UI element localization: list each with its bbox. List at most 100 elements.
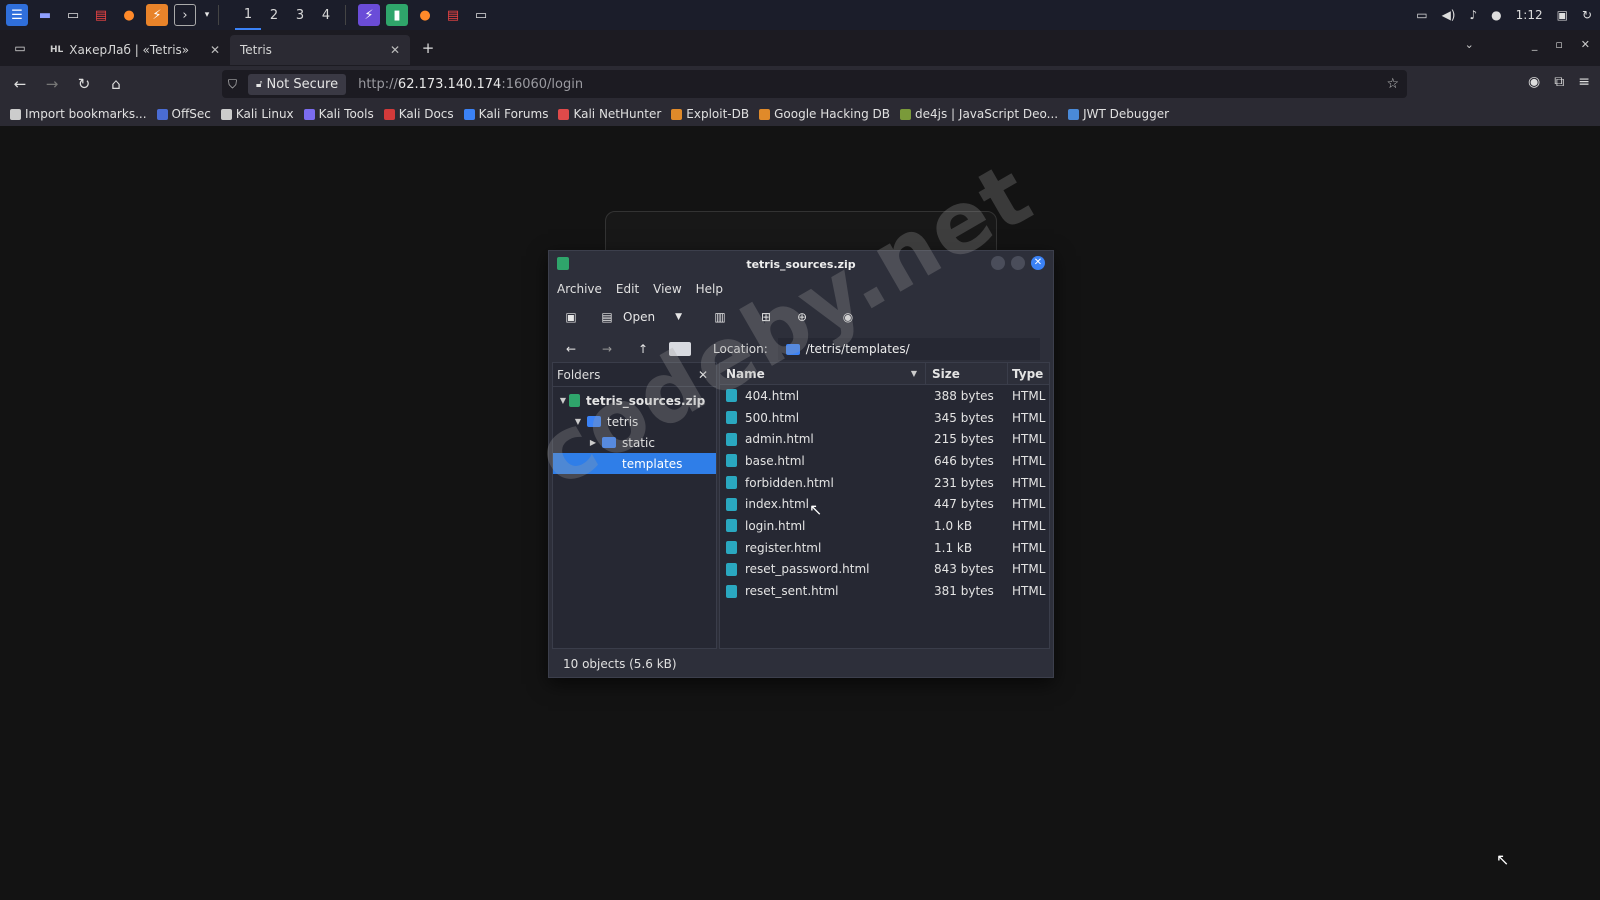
forward-icon[interactable]: → — [597, 339, 617, 359]
file-row[interactable]: reset_sent.html 381 bytes HTML — [720, 580, 1049, 602]
bookmark-item[interactable]: Kali NetHunter — [558, 107, 661, 121]
expander-open-icon[interactable]: ▼ — [572, 417, 584, 426]
home-icon[interactable]: ⌂ — [102, 70, 130, 98]
editor-task-icon[interactable]: ▤ — [442, 4, 464, 26]
new-tab-button[interactable]: + — [414, 34, 442, 62]
clock[interactable]: 1:12 — [1516, 8, 1543, 22]
maximize-button[interactable] — [1011, 256, 1025, 270]
tab-tetris[interactable]: Tetris ✕ — [230, 35, 410, 65]
menu-view[interactable]: View — [653, 282, 681, 296]
minimize-button[interactable] — [991, 256, 1005, 270]
tab-hackerlab[interactable]: HL ХакерЛаб | «Tetris» ✕ — [40, 35, 230, 65]
file-row[interactable]: reset_password.html 843 bytes HTML — [720, 559, 1049, 581]
bookmark-item[interactable]: Exploit-DB — [671, 107, 749, 121]
file-row[interactable]: register.html 1.1 kB HTML — [720, 537, 1049, 559]
burp-icon[interactable]: ⚡ — [146, 4, 168, 26]
terminal-icon[interactable]: › — [174, 4, 196, 26]
menu-icon[interactable]: ≡ — [1578, 74, 1590, 90]
up-icon[interactable]: ↑ — [633, 339, 653, 359]
workspace-1[interactable]: 1 — [235, 0, 261, 30]
app-task-icon[interactable]: ⚡ — [358, 4, 380, 26]
expander-open-icon[interactable]: ▼ — [557, 396, 569, 405]
display-icon[interactable]: ▭ — [1416, 8, 1427, 22]
minimize-icon[interactable]: _ — [1532, 38, 1538, 51]
account-icon[interactable]: ◉ — [1528, 74, 1540, 90]
url-text[interactable]: http://62.173.140.174:16060/login — [358, 77, 583, 92]
show-desktop-icon[interactable]: ▬ — [34, 4, 56, 26]
extensions-icon[interactable]: ⧉ — [1554, 74, 1564, 90]
expander-closed-icon[interactable]: ▶ — [587, 438, 599, 447]
bookmark-item[interactable]: Google Hacking DB — [759, 107, 890, 121]
chevron-down-icon[interactable]: ▼ — [675, 312, 682, 322]
column-name[interactable]: Name ▼ — [720, 363, 926, 384]
file-row[interactable]: 404.html 388 bytes HTML — [720, 385, 1049, 407]
bookmark-item[interactable]: Kali Docs — [383, 107, 454, 121]
workspace-2[interactable]: 2 — [261, 0, 287, 30]
shield-icon[interactable]: ⛉ — [228, 77, 237, 92]
file-row[interactable]: 500.html 345 bytes HTML — [720, 407, 1049, 429]
add-folder-icon[interactable]: ⊕ — [792, 307, 812, 327]
tree-item-static[interactable]: ▶ static — [553, 432, 716, 453]
tree-item-templates[interactable]: templates — [553, 453, 716, 474]
location-field[interactable]: /tetris/templates/ — [777, 338, 1040, 360]
bookmark-star-icon[interactable]: ☆ — [1386, 76, 1399, 92]
open-archive-icon[interactable]: ▤ — [597, 307, 617, 327]
lock-icon[interactable]: ▣ — [1557, 8, 1568, 22]
file-row[interactable]: forbidden.html 231 bytes HTML — [720, 472, 1049, 494]
workspace-3[interactable]: 3 — [287, 0, 313, 30]
firefox-icon[interactable]: ● — [118, 4, 140, 26]
file-row[interactable]: index.html 447 bytes HTML — [720, 493, 1049, 515]
workspace-4[interactable]: 4 — [313, 0, 339, 30]
text-editor-icon[interactable]: ▤ — [90, 4, 112, 26]
window-titlebar[interactable]: tetris_sources.zip ✕ — [549, 251, 1053, 277]
bookmark-item[interactable]: JWT Debugger — [1068, 107, 1169, 121]
kali-menu-icon[interactable]: ☰ — [6, 4, 28, 26]
stop-icon[interactable]: ◉ — [838, 307, 858, 327]
new-archive-icon[interactable]: ▣ — [561, 307, 581, 327]
archive-task-icon[interactable]: ▮ — [386, 4, 408, 26]
close-button[interactable]: ✕ — [1031, 256, 1045, 270]
menu-help[interactable]: Help — [696, 282, 723, 296]
file-row[interactable]: admin.html 215 bytes HTML — [720, 428, 1049, 450]
power-icon[interactable]: ↻ — [1582, 8, 1592, 22]
tree-item-tetris-sources-zip[interactable]: ▼ tetris_sources.zip — [553, 390, 716, 411]
maximize-icon[interactable]: ▫ — [1555, 38, 1562, 51]
back-icon[interactable]: ← — [6, 70, 34, 98]
volume-icon[interactable]: ◀) — [1442, 8, 1456, 22]
home-folder-icon[interactable] — [669, 342, 691, 356]
bookmark-item[interactable]: Kali Linux — [220, 107, 294, 121]
close-pane-icon[interactable]: ✕ — [698, 368, 708, 382]
menu-archive[interactable]: Archive — [557, 282, 602, 296]
reload-icon[interactable]: ↻ — [70, 70, 98, 98]
folder-task-icon[interactable]: ▭ — [470, 4, 492, 26]
menu-edit[interactable]: Edit — [616, 282, 639, 296]
bookmark-item[interactable]: Kali Forums — [463, 107, 548, 121]
back-icon[interactable]: ← — [561, 339, 581, 359]
bookmark-item[interactable]: Import bookmarks... — [10, 107, 147, 121]
file-row[interactable]: base.html 646 bytes HTML — [720, 450, 1049, 472]
list-all-tabs-icon[interactable]: ⌄ — [1465, 38, 1474, 51]
add-files-icon[interactable]: ⊞ — [756, 307, 776, 327]
workspace-switcher[interactable]: 1 2 3 4 — [235, 0, 339, 30]
file-manager-icon[interactable]: ▭ — [62, 4, 84, 26]
not-secure-badge[interactable]: 🔓︎ Not Secure — [248, 73, 347, 95]
bookmark-item[interactable]: de4js | JavaScript Deo... — [900, 107, 1058, 121]
chevron-down-icon[interactable]: ▾ — [202, 4, 212, 26]
extract-icon[interactable]: ▥ — [710, 307, 730, 327]
close-window-icon[interactable]: ✕ — [1581, 38, 1590, 51]
url-bar[interactable]: ⛉ 🔓︎ Not Secure http://62.173.140.174:16… — [222, 70, 1407, 98]
close-tab-icon[interactable]: ✕ — [210, 43, 220, 57]
forward-icon[interactable]: → — [38, 70, 66, 98]
tab-list-icon[interactable]: ▭ — [6, 34, 34, 62]
network-icon[interactable]: ● — [1491, 8, 1501, 22]
file-row[interactable]: login.html 1.0 kB HTML — [720, 515, 1049, 537]
column-type[interactable]: Type — [1008, 363, 1049, 384]
firefox-task-icon[interactable]: ● — [414, 4, 436, 26]
tree-item-tetris[interactable]: ▼ tetris — [553, 411, 716, 432]
close-tab-icon[interactable]: ✕ — [390, 43, 400, 57]
open-with-button[interactable]: Open ▼ — [623, 310, 682, 324]
notification-bell-icon[interactable]: ♪ — [1469, 8, 1477, 22]
column-size[interactable]: Size — [926, 363, 1008, 384]
bookmark-item[interactable]: OffSec — [156, 107, 211, 121]
bookmark-item[interactable]: Kali Tools — [303, 107, 374, 121]
